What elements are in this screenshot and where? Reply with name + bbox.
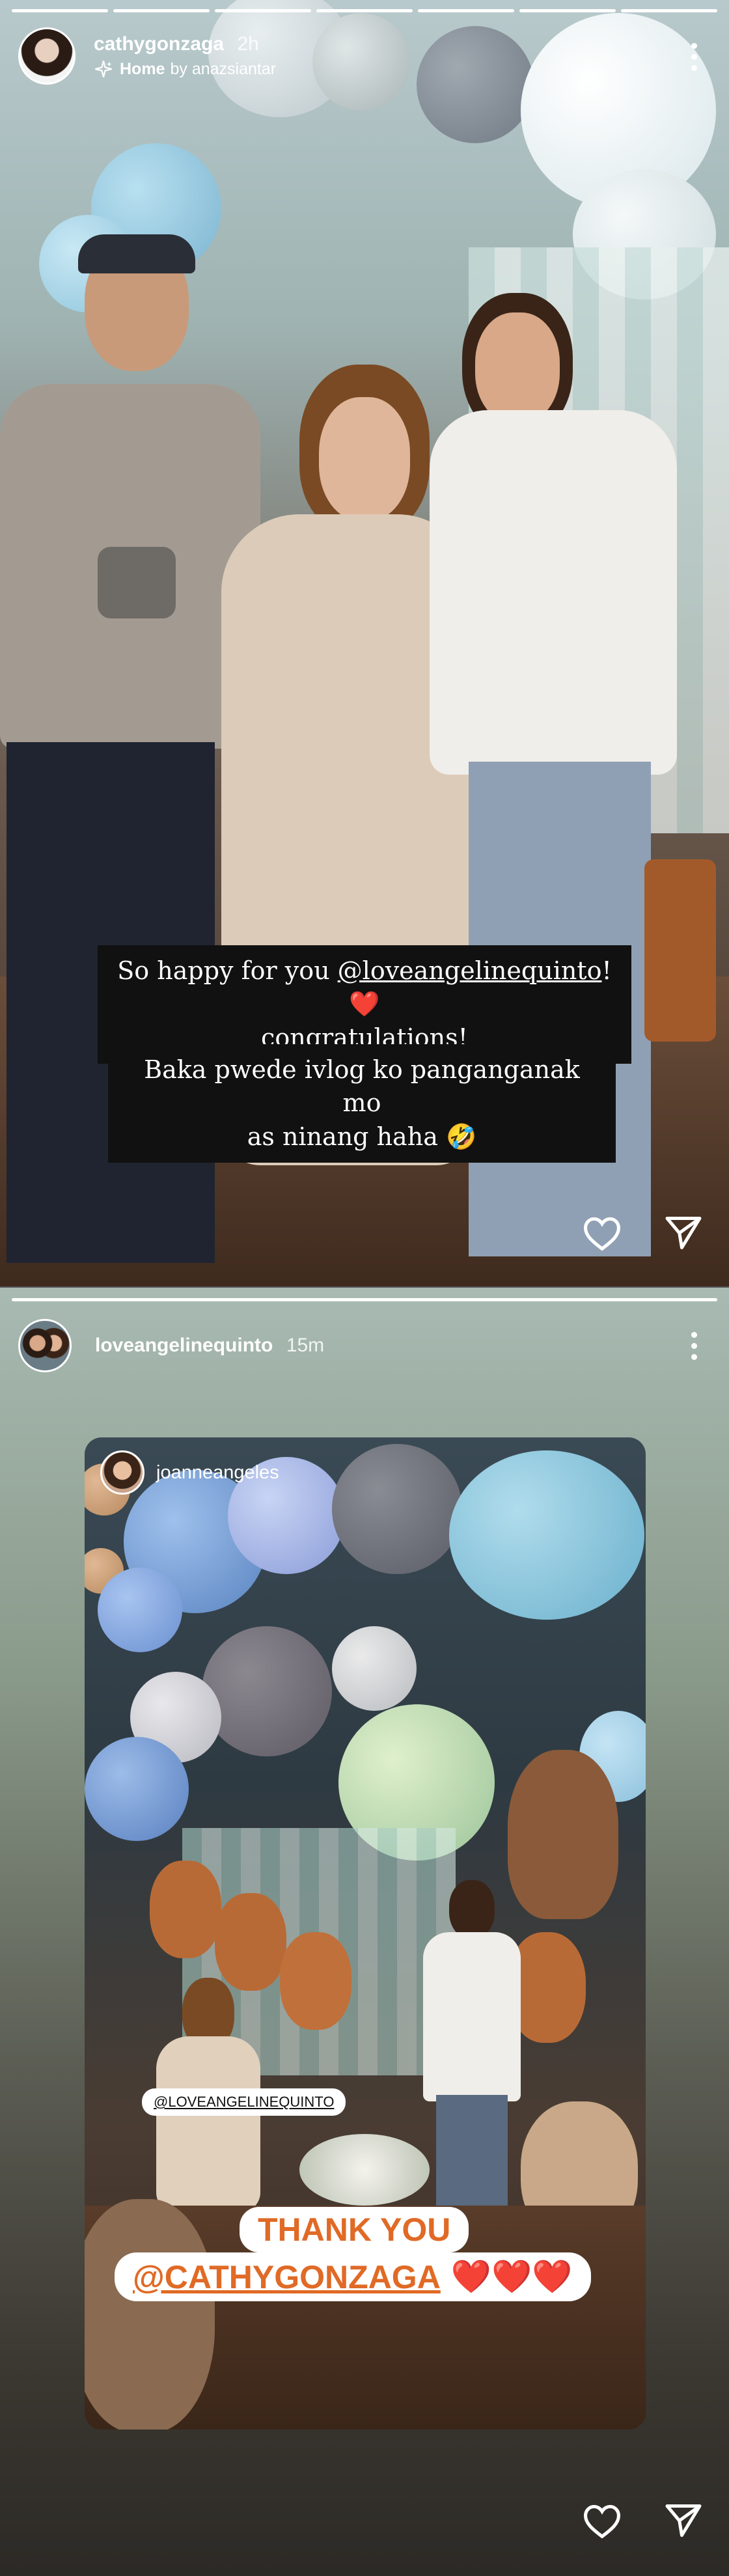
- send-icon[interactable]: [664, 1215, 703, 1251]
- reshared-story-card[interactable]: joanneangeles @LOVEANGELINEQUINTO THANK …: [85, 1437, 646, 2430]
- teddy-bear-decor: [215, 1893, 286, 1991]
- balloon-decor: [98, 1568, 182, 1652]
- balloon-decor: [202, 1626, 332, 1756]
- progress-segment: [621, 9, 717, 12]
- avatar[interactable]: [18, 27, 76, 85]
- progress-segment: [215, 9, 311, 12]
- balloon-decor: [449, 1450, 644, 1620]
- hearts-emoji: ❤️❤️❤️: [450, 2258, 573, 2295]
- heart-icon[interactable]: [582, 1215, 622, 1251]
- balloon-decor: [312, 13, 410, 111]
- caption-ninang: Baka pwede ivlog ko panganganak mo as ni…: [108, 1044, 616, 1163]
- username[interactable]: cathygonzaga: [94, 33, 224, 55]
- music-artist: by anazsiantar: [170, 59, 277, 78]
- story-cathygonzaga[interactable]: cathygonzaga 2h Home by anazsiantar So h…: [0, 0, 729, 1288]
- thank-you-mention: @CATHYGONZAGA ❤️❤️❤️: [115, 2252, 591, 2301]
- heart-emoji: ❤️: [349, 990, 380, 1019]
- story-progress: [12, 1298, 717, 1301]
- progress-segment: [12, 1298, 717, 1301]
- send-icon[interactable]: [664, 2502, 703, 2539]
- teddy-bear-decor: [280, 1932, 351, 2030]
- story-progress: [12, 9, 717, 12]
- mention-link[interactable]: @CATHYGONZAGA: [133, 2258, 441, 2296]
- story-header: cathygonzaga 2h Home by anazsiantar: [18, 27, 276, 85]
- story-loveangelinequinto[interactable]: loveangelinequinto 15m joanneangeles @LO…: [0, 1288, 729, 2576]
- balloon-decor: [417, 26, 534, 143]
- inner-avatar[interactable]: [100, 1450, 144, 1495]
- progress-segment: [113, 9, 210, 12]
- thank-you-text: THANK YOU: [240, 2207, 469, 2252]
- inner-username[interactable]: joanneangeles: [156, 1462, 279, 1484]
- progress-segment: [418, 9, 514, 12]
- avatar[interactable]: [18, 1319, 72, 1372]
- progress-segment: [12, 9, 108, 12]
- balloon-decor: [332, 1626, 417, 1711]
- story-actions: [582, 2502, 703, 2539]
- username[interactable]: loveangelinequinto: [95, 1335, 273, 1356]
- timestamp: 15m: [286, 1335, 325, 1356]
- more-options-icon[interactable]: [690, 1332, 698, 1360]
- music-title: Home: [120, 59, 165, 78]
- flower-decor: [299, 2134, 430, 2206]
- laugh-emoji: 🤣: [445, 1122, 477, 1151]
- story-header: loveangelinequinto 15m: [18, 1319, 324, 1372]
- inner-story-header: joanneangeles: [100, 1450, 279, 1495]
- teddy-bear-decor: [508, 1750, 618, 1919]
- timestamp: 2h: [237, 33, 259, 55]
- progress-segment: [519, 9, 616, 12]
- sparkle-icon: [95, 61, 112, 77]
- mention-link[interactable]: @loveangelinequinto: [338, 956, 602, 985]
- heart-icon[interactable]: [582, 2502, 622, 2539]
- balloon-decor: [85, 1737, 189, 1841]
- balloon-decor: [332, 1444, 462, 1574]
- more-options-icon[interactable]: [690, 43, 698, 71]
- mention-sticker[interactable]: @LOVEANGELINEQUINTO: [142, 2088, 346, 2116]
- music-credit[interactable]: Home by anazsiantar: [94, 59, 276, 79]
- plush-foreground: [85, 2199, 215, 2430]
- story-actions: [582, 1215, 703, 1251]
- progress-segment: [316, 9, 413, 12]
- teddy-bear-decor: [150, 1861, 221, 1958]
